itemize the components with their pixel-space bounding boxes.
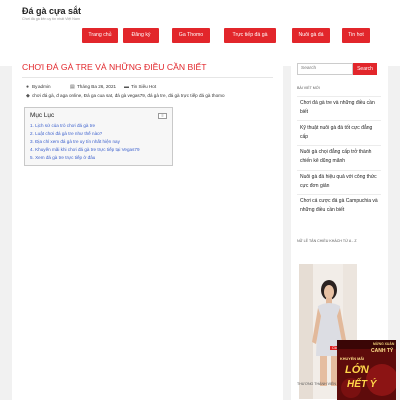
divider (297, 194, 381, 195)
video-widget-title: NỮ LỄ TÂN CHIỀU KHÁCH TỪ A - Z (297, 239, 357, 243)
tag-icon: ◆ (26, 93, 30, 99)
folder-icon: ▬ (124, 84, 129, 90)
promo-line-1: KHUYẾN MÃI (340, 357, 365, 361)
search-button[interactable]: Search (353, 63, 377, 75)
post-tags[interactable]: chơi đá gà, đ aga online, Đá ga cua sat,… (32, 93, 225, 98)
promo-line-3: HẾT Ý (347, 379, 377, 390)
bottom-widget-title: THƯƠNG THÀNH VIÊN (297, 382, 337, 386)
list-toggle-icon[interactable]: ≡ (158, 113, 167, 119)
recent-post-link[interactable]: Chơi đá gà tre và những điều cần biết (300, 99, 380, 116)
nav-item-live[interactable]: Trực tiếp đá gà (224, 28, 276, 43)
user-icon: ● (26, 84, 30, 90)
nav-item-home[interactable]: Trang chủ (82, 28, 118, 43)
calendar-icon: ▤ (70, 84, 75, 90)
recent-post-link[interactable]: Nuôi gà đá hiệu quả với công thức cực đơ… (300, 173, 380, 190)
author-link[interactable]: admin (38, 84, 51, 89)
nav-item-register[interactable]: Đăng ký (123, 28, 159, 43)
toc-item[interactable]: 4. Khuyến mãi khi chơi đá gà tre trực ti… (30, 147, 140, 152)
recent-posts-title: BÀI VIẾT MỚI (297, 86, 320, 90)
toc-title: Mục Lục (30, 112, 55, 119)
nav-item-hot-news[interactable]: Tin hot (342, 28, 370, 43)
toc-item[interactable]: 3. Địa chỉ xem đá gà tre uy tín nhất hiệ… (30, 139, 120, 144)
post-title: CHƠI ĐÁ GÀ TRE VÀ NHỮNG ĐIỀU CẦN BIẾT (22, 62, 207, 72)
promo-header: MỪNG XUÂN (373, 342, 395, 346)
promo-subheader: CANH TÝ (371, 348, 394, 354)
toc-item[interactable]: 1. Lịch sử của trò chơi đá gà tre (30, 123, 95, 128)
divider (297, 145, 381, 146)
toc-item[interactable]: 2. Luật chơi đá gà tre như thế nào? (30, 131, 102, 136)
title-divider (22, 77, 273, 78)
table-of-contents: Mục Lục ≡ 1. Lịch sử của trò chơi đá gà … (24, 107, 173, 166)
site-title[interactable]: Đá gà cựa sắt (22, 6, 81, 16)
main-content: CHƠI ĐÁ GÀ TRE VÀ NHỮNG ĐIỀU CẦN BIẾT ● … (12, 54, 283, 400)
divider (297, 96, 381, 97)
divider (297, 170, 381, 171)
promo-line-2: LỚN (345, 364, 369, 376)
page: Đá gà cựa sắt Chơi đá gà liên uy tín nhấ… (0, 0, 400, 400)
toc-item[interactable]: 5. Xem đá gà tre trực tiếp ở đâu (30, 155, 95, 160)
author-prefix: By (32, 84, 38, 89)
post-category[interactable]: Tin Siêu Hot (131, 84, 156, 89)
recent-post-link[interactable]: Chơi cá cược đá gà Campuchia và những đi… (300, 197, 380, 214)
post-date[interactable]: Tháng Ba 26, 2021 (77, 84, 116, 89)
nav-item-ga-thomo[interactable]: Ga Thomo (172, 28, 210, 43)
recent-post-link[interactable]: Kỹ thuật nuôi gà đá tốt cực đẳng cấp (300, 124, 380, 141)
site-description: Chơi đá gà liên uy tín nhất Việt Nam (22, 17, 80, 21)
divider (297, 120, 381, 121)
promo-banner[interactable]: MỪNG XUÂN CANH TÝ KHUYẾN MÃI LỚN HẾT Ý (337, 340, 396, 400)
recent-post-link[interactable]: Nuôi gà chọi đẳng cấp trở thành chiến kê… (300, 148, 380, 165)
search-input[interactable]: Search (297, 63, 353, 75)
nav-item-raise-chicken[interactable]: Nuôi gà đá (292, 28, 330, 43)
